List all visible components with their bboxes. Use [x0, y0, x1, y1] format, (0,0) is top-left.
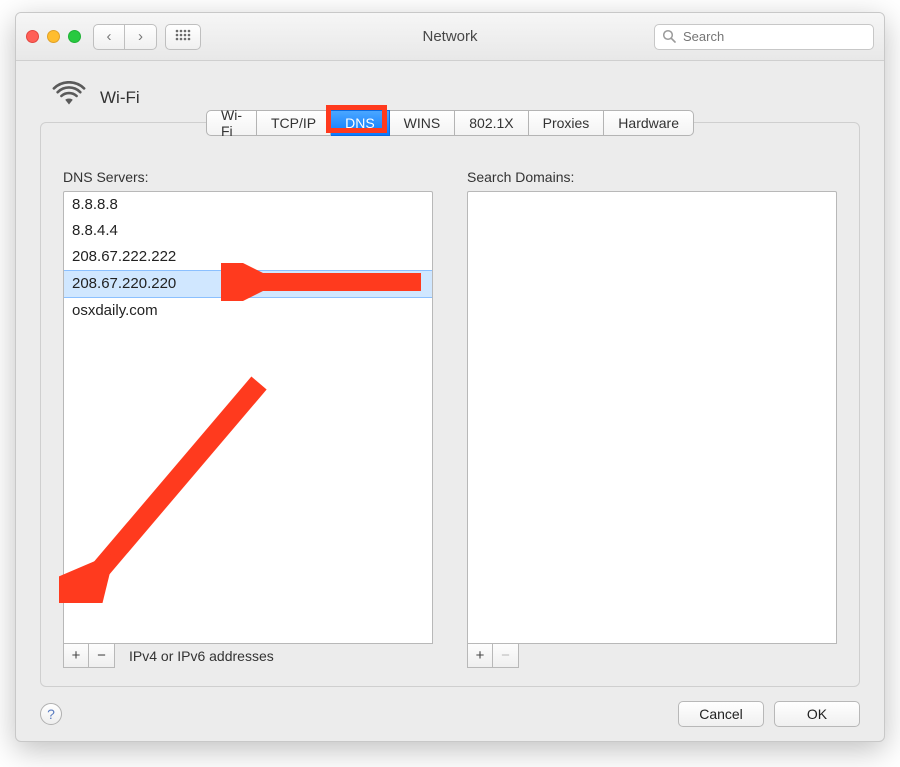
- heading-label: Wi-Fi: [100, 88, 140, 108]
- zoom-window-button[interactable]: [68, 30, 81, 43]
- dns-servers-column: DNS Servers: 8.8.8.88.8.4.4208.67.222.22…: [63, 169, 433, 668]
- tab-hardware[interactable]: Hardware: [604, 110, 694, 136]
- search-domains-list[interactable]: [467, 191, 837, 644]
- tab-dns[interactable]: DNS: [331, 110, 390, 136]
- add-dns-button[interactable]: +: [63, 644, 89, 668]
- tab-wifi[interactable]: Wi-Fi: [206, 110, 257, 136]
- remove-dns-button[interactable]: −: [89, 644, 115, 668]
- dns-server-row[interactable]: 8.8.8.8: [64, 192, 432, 218]
- add-search-domain-button[interactable]: +: [467, 644, 493, 668]
- forward-button[interactable]: ›: [125, 24, 157, 50]
- help-button[interactable]: ?: [40, 703, 62, 725]
- cancel-button[interactable]: Cancel: [678, 701, 764, 727]
- wifi-icon: [52, 81, 86, 114]
- tab-proxies[interactable]: Proxies: [529, 110, 605, 136]
- search-icon: [662, 29, 676, 46]
- minus-icon: −: [97, 647, 106, 664]
- settings-panel: Wi-FiTCP/IPDNSWINS802.1XProxiesHardware …: [40, 122, 860, 687]
- search-wrap: [654, 24, 874, 50]
- search-domains-buttons-row: + −: [467, 644, 837, 668]
- show-all-button[interactable]: [165, 24, 201, 50]
- content: Wi-Fi Wi-FiTCP/IPDNSWINS802.1XProxiesHar…: [16, 61, 884, 741]
- search-domains-column: Search Domains: + −: [467, 169, 837, 668]
- dns-buttons-row: + − IPv4 or IPv6 addresses: [63, 644, 433, 668]
- preferences-window: ‹ › Network: [15, 12, 885, 742]
- ok-button[interactable]: OK: [774, 701, 860, 727]
- minus-icon: −: [501, 647, 510, 664]
- dns-server-row[interactable]: 8.8.4.4: [64, 218, 432, 244]
- dns-server-row[interactable]: 208.67.220.220: [64, 270, 432, 298]
- minimize-window-button[interactable]: [47, 30, 60, 43]
- dns-servers-label: DNS Servers:: [63, 169, 433, 185]
- plus-icon: +: [72, 647, 81, 664]
- toolbar: ‹ › Network: [16, 13, 884, 61]
- grid-icon: [175, 28, 191, 46]
- help-icon: ?: [47, 706, 55, 722]
- dns-servers-list[interactable]: 8.8.8.88.8.4.4208.67.222.222208.67.220.2…: [63, 191, 433, 644]
- nav-seg: ‹ ›: [93, 24, 157, 50]
- dns-server-row[interactable]: osxdaily.com: [64, 298, 432, 324]
- chevron-left-icon: ‹: [107, 28, 112, 45]
- tab-tcpip[interactable]: TCP/IP: [257, 110, 331, 136]
- dns-server-row[interactable]: 208.67.222.222: [64, 244, 432, 270]
- columns: DNS Servers: 8.8.8.88.8.4.4208.67.222.22…: [63, 169, 837, 668]
- footer: ? Cancel OK: [40, 701, 860, 727]
- close-window-button[interactable]: [26, 30, 39, 43]
- remove-search-domain-button: −: [493, 644, 519, 668]
- plus-icon: +: [476, 647, 485, 664]
- search-domains-label: Search Domains:: [467, 169, 837, 185]
- dns-hint: IPv4 or IPv6 addresses: [129, 648, 274, 664]
- traffic-lights: [26, 30, 81, 43]
- tab-8021x[interactable]: 802.1X: [455, 110, 528, 136]
- tab-wins[interactable]: WINS: [390, 110, 456, 136]
- tab-strip: Wi-FiTCP/IPDNSWINS802.1XProxiesHardware: [206, 110, 694, 136]
- back-button[interactable]: ‹: [93, 24, 125, 50]
- search-input[interactable]: [654, 24, 874, 50]
- chevron-right-icon: ›: [138, 28, 143, 45]
